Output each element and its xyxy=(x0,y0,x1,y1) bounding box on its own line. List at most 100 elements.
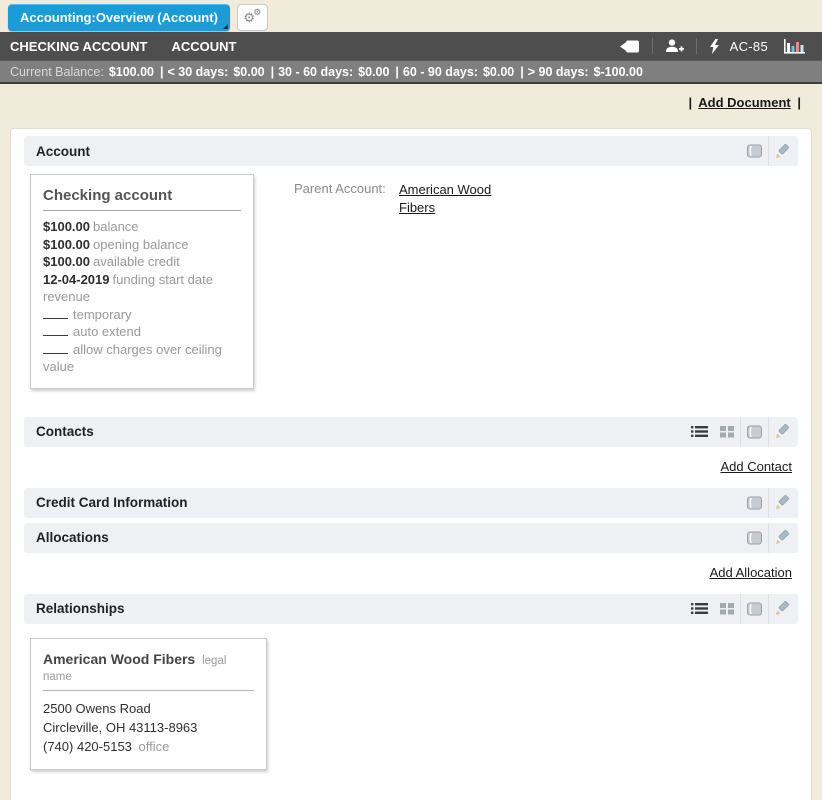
pencil-icon xyxy=(775,495,790,510)
checking-account-card-title: Checking account xyxy=(43,187,241,211)
relationships-section-body: American Wood Fibers legal name 2500 Owe… xyxy=(24,631,798,770)
credit-card-book-button[interactable] xyxy=(741,488,768,518)
account-edit-button[interactable] xyxy=(769,136,796,166)
bar-chart-button[interactable] xyxy=(776,38,812,55)
credit-card-edit-button[interactable] xyxy=(769,488,796,518)
section-title-account: Account xyxy=(36,144,90,159)
section-header-account: Account xyxy=(24,136,798,166)
book-icon xyxy=(746,144,763,158)
contacts-book-button[interactable] xyxy=(741,417,768,447)
section-header-allocations: Allocations xyxy=(24,523,798,553)
bar-chart-icon xyxy=(782,38,806,55)
current-balance-value: $100.00 xyxy=(109,65,154,79)
field-funding-start-date: 12-04-2019funding start date xyxy=(43,271,241,289)
relationships-edit-button[interactable] xyxy=(769,594,796,624)
temporary-label: temporary xyxy=(73,307,132,322)
relationships-book-button[interactable] xyxy=(741,594,768,624)
blank-value-line xyxy=(43,307,68,319)
nav-item-checking-account[interactable]: CHECKING ACCOUNT xyxy=(10,39,147,54)
aging-30-60-label: 30 - 60 days: xyxy=(278,65,353,79)
aging-30-value: $0.00 xyxy=(233,65,264,79)
allocations-edit-button[interactable] xyxy=(769,523,796,553)
relationship-name-row: American Wood Fibers legal name xyxy=(43,651,254,691)
list-view-icon xyxy=(691,425,708,438)
aging-90-label: > 90 days: xyxy=(528,65,589,79)
section-title-contacts: Contacts xyxy=(36,424,94,439)
relationship-phone-row: (740) 420-5153 office xyxy=(43,737,254,756)
field-auto-extend: auto extend xyxy=(43,323,241,341)
field-balance: $100.00balance xyxy=(43,218,241,236)
blank-value-line xyxy=(43,342,68,354)
add-person-icon xyxy=(665,39,684,53)
add-person-button[interactable] xyxy=(659,39,690,53)
balance-label: balance xyxy=(93,219,139,234)
funding-start-date-value: 12-04-2019 xyxy=(43,272,110,287)
relationship-phone-label: office xyxy=(139,739,170,754)
account-header-icons xyxy=(741,136,796,166)
funding-start-date-label: funding start date xyxy=(113,272,213,287)
allow-charges-label: allow charges over ceiling value xyxy=(43,342,222,375)
add-allocation-link[interactable]: Add Allocation xyxy=(710,565,792,580)
book-icon xyxy=(746,496,763,510)
grid-view-icon xyxy=(720,602,734,615)
parent-account-link[interactable]: American Wood Fibers xyxy=(399,181,495,389)
available-credit-label: available credit xyxy=(93,254,180,269)
available-credit-value: $100.00 xyxy=(43,254,90,269)
relationship-card: American Wood Fibers legal name 2500 Owe… xyxy=(30,638,267,770)
relationship-name: American Wood Fibers xyxy=(43,651,195,667)
nav-right-tools: AC-85 xyxy=(614,38,812,55)
relationships-grid-view-button[interactable] xyxy=(713,594,740,624)
section-title-allocations: Allocations xyxy=(36,530,109,545)
lightning-button[interactable] xyxy=(703,39,726,54)
auto-extend-label: auto extend xyxy=(73,324,141,339)
opening-balance-value: $100.00 xyxy=(43,237,90,252)
balance-value: $100.00 xyxy=(43,219,90,234)
credit-card-header-icons xyxy=(741,488,796,518)
aging-90-value: $-100.00 xyxy=(594,65,643,79)
nav-item-account[interactable]: ACCOUNT xyxy=(171,39,236,54)
nav-separator xyxy=(652,38,653,54)
pipe-right: | xyxy=(797,95,801,110)
opening-balance-label: opening balance xyxy=(93,237,188,252)
section-title-relationships: Relationships xyxy=(36,601,125,616)
balance-separator: | xyxy=(160,65,164,79)
add-document-link[interactable]: Add Document xyxy=(698,95,790,110)
contacts-edit-button[interactable] xyxy=(769,417,796,447)
parent-account-label: Parent Account: xyxy=(294,181,399,389)
nav-separator xyxy=(696,38,697,54)
relationship-address-line2: Circleville, OH 43113-8963 xyxy=(43,718,254,737)
balance-summary-bar: Current Balance: $100.00 | < 30 days: $0… xyxy=(0,60,822,84)
lightning-bolt-icon xyxy=(709,39,720,54)
revenue-label: revenue xyxy=(43,289,90,304)
tab-settings-button[interactable]: ⚙⚙ xyxy=(237,4,268,31)
document-toolbar: | Add Document | xyxy=(0,84,822,110)
balance-separator: | xyxy=(520,65,524,79)
relationships-header-icons xyxy=(686,594,796,624)
section-header-credit-card: Credit Card Information xyxy=(24,488,798,518)
relationships-list-view-button[interactable] xyxy=(686,594,713,624)
book-icon xyxy=(746,602,763,616)
add-contact-link[interactable]: Add Contact xyxy=(720,459,792,474)
account-book-button[interactable] xyxy=(741,136,768,166)
balance-separator: | xyxy=(271,65,275,79)
gears-icon: ⚙⚙ xyxy=(243,10,261,26)
aging-60-90-value: $0.00 xyxy=(483,65,514,79)
field-allow-charges: allow charges over ceiling value xyxy=(43,341,241,376)
allocations-header-icons xyxy=(741,523,796,553)
main-panel: Account Checking account $100.00balance xyxy=(10,128,812,800)
current-balance-label: Current Balance: xyxy=(10,65,104,79)
contacts-grid-view-button[interactable] xyxy=(713,417,740,447)
contacts-list-view-button[interactable] xyxy=(686,417,713,447)
nav-bar: CHECKING ACCOUNT ACCOUNT AC-85 xyxy=(0,32,822,60)
video-camera-button[interactable] xyxy=(614,40,646,53)
field-temporary: temporary xyxy=(43,306,241,324)
field-opening-balance: $100.00opening balance xyxy=(43,236,241,254)
video-camera-icon xyxy=(620,40,640,53)
checking-account-card: Checking account $100.00balance $100.00o… xyxy=(30,174,254,389)
app-tab-label: Accounting:Overview (Account) xyxy=(20,10,218,25)
relationship-address-line1: 2500 Owens Road xyxy=(43,699,254,718)
app-tab-accounting-overview[interactable]: Accounting:Overview (Account) xyxy=(8,4,230,31)
section-header-relationships: Relationships xyxy=(24,594,798,624)
allocations-book-button[interactable] xyxy=(741,523,768,553)
pencil-icon xyxy=(775,530,790,545)
